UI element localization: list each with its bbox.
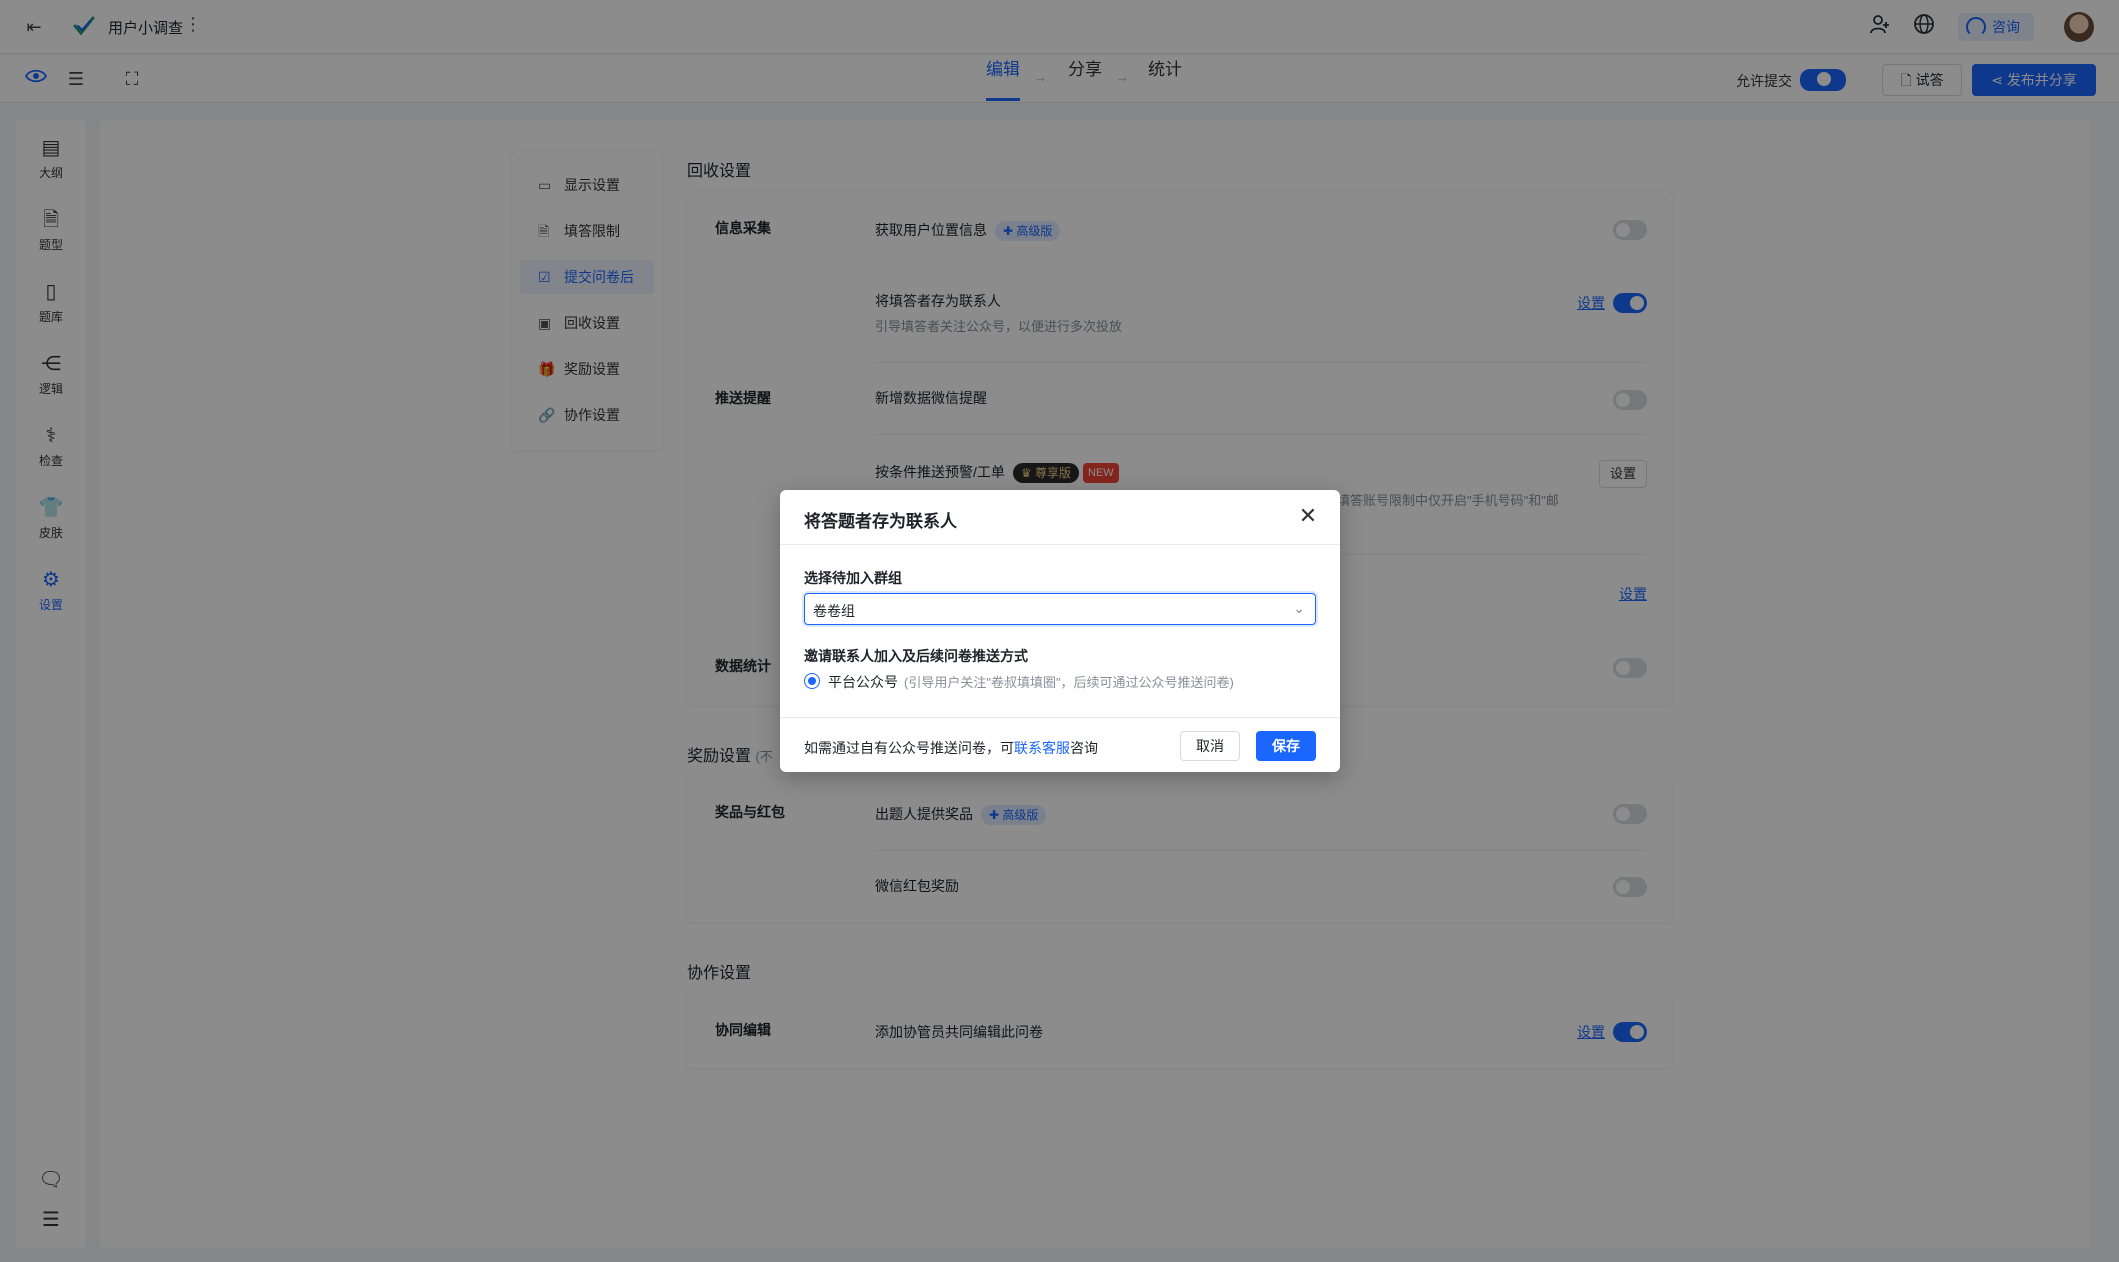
dialog-title: 将答题者存为联系人 (804, 512, 957, 531)
group-select-label: 选择待加入群组 (804, 570, 902, 586)
footer-prefix: 如需通过自有公众号推送问卷，可 (804, 740, 1014, 756)
contact-support-link[interactable]: 联系客服 (1014, 740, 1070, 756)
save-button[interactable]: 保存 (1256, 731, 1316, 761)
dialog-footer: 如需通过自有公众号推送问卷，可联系客服咨询 取消 保存 (780, 717, 1340, 772)
chevron-down-icon: ⌄ (1293, 600, 1305, 616)
platform-account-radio[interactable] (804, 673, 820, 689)
invite-method-label: 邀请联系人加入及后续问卷推送方式 (804, 648, 1028, 664)
platform-account-label[interactable]: 平台公众号 (828, 672, 898, 692)
footer-suffix: 咨询 (1070, 740, 1098, 756)
cancel-button[interactable]: 取消 (1180, 731, 1240, 761)
group-select-value: 卷卷组 (813, 603, 855, 619)
dialog-header: 将答题者存为联系人 ✕ (780, 490, 1340, 545)
save-contact-dialog: 将答题者存为联系人 ✕ 选择待加入群组 卷卷组 ⌄ 邀请联系人加入及后续问卷推送… (780, 490, 1340, 772)
group-select[interactable]: 卷卷组 ⌄ (804, 593, 1316, 625)
platform-account-hint: (引导用户关注"卷叔填填圈"，后续可通过公众号推送问卷) (904, 675, 1234, 690)
close-icon[interactable]: ✕ (1296, 504, 1320, 528)
footer-note: 如需通过自有公众号推送问卷，可联系客服咨询 (804, 738, 1098, 758)
